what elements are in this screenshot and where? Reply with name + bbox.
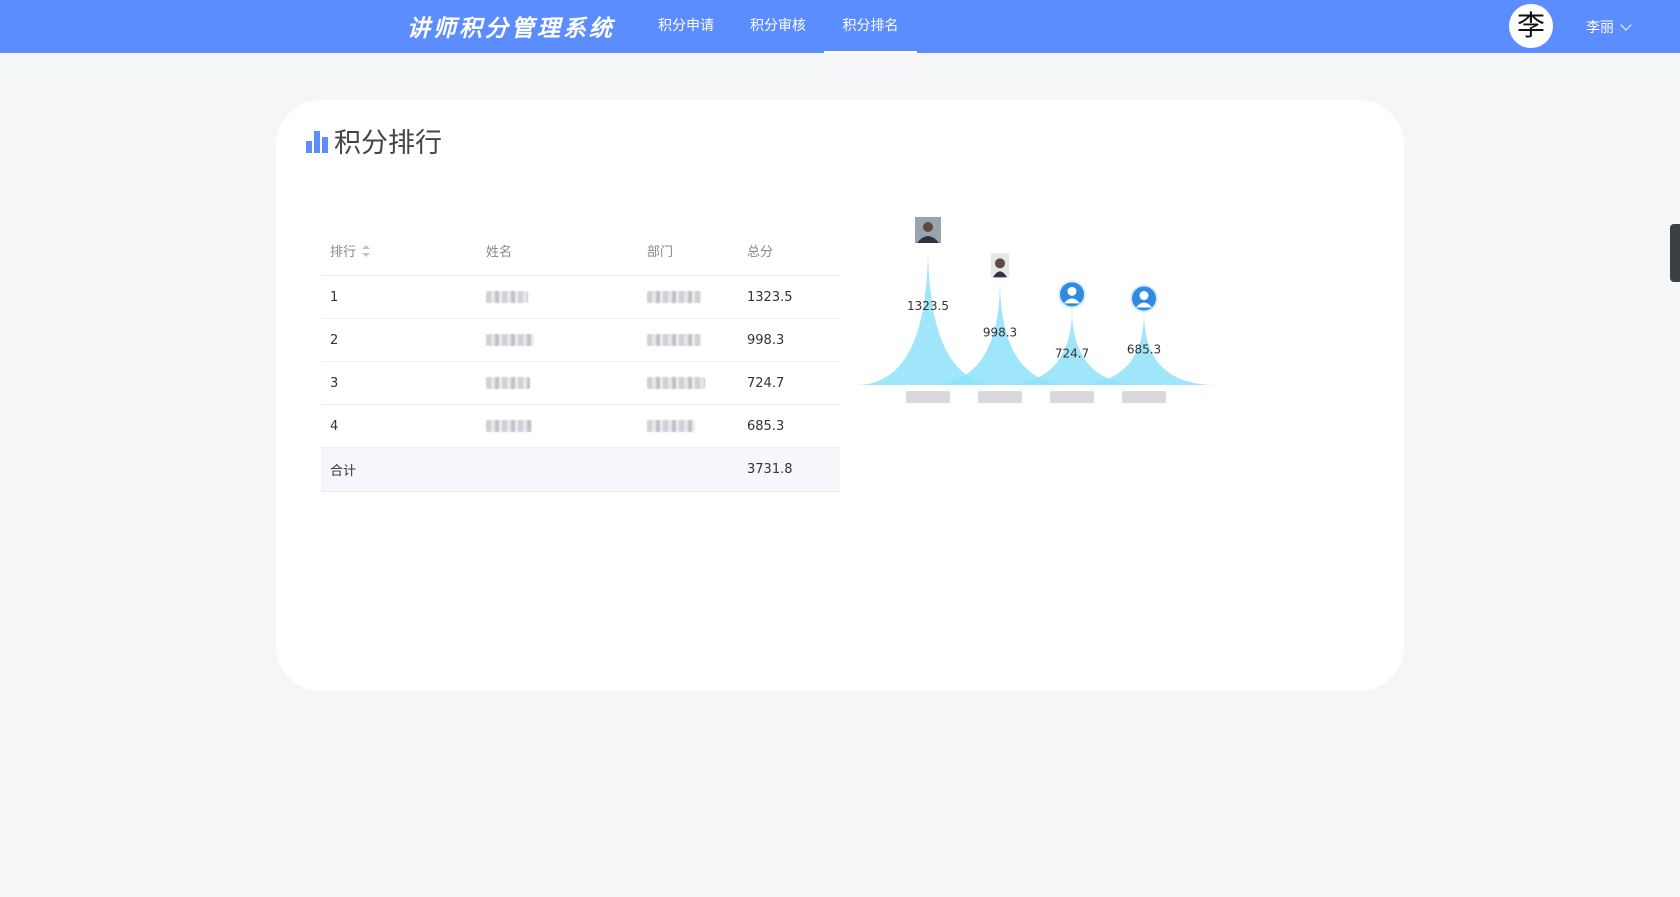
bar-chart-icon [306,131,330,153]
total-score: 3731.8 [747,462,793,477]
table-total-row: 合计 3731.8 [321,448,840,492]
rank-cell: 1 [330,289,339,305]
table-row[interactable]: 4 685.3 [321,405,840,448]
nav-points-apply[interactable]: 积分申请 [652,0,720,53]
dept-cell [647,319,701,361]
redacted-dept [647,334,701,346]
dept-cell [647,276,701,318]
user-name: 李丽 [1586,20,1614,36]
ranking-card: 积分排行 排行 姓名 部门 总分 1 1323.5 2 998.3 3 724.… [276,100,1404,691]
side-scroll-handle[interactable] [1670,224,1680,282]
chart-data-label: 1323.5 [907,299,949,313]
top-nav-bar: 讲师积分管理系统 积分申请 积分审核 积分排名 李 李丽 [0,0,1680,53]
column-header-dept: 部门 [647,245,674,260]
nav-points-ranking[interactable]: 积分排名 [824,0,917,53]
redacted-axis-label [906,391,950,403]
column-header-label: 排行 [330,245,357,260]
page-title: 积分排行 [306,126,442,162]
redacted-dept [647,291,701,303]
chart-data-label: 685.3 [1127,343,1161,357]
redacted-dept [647,377,705,389]
user-icon-head [1067,286,1077,296]
app-brand: 讲师积分管理系统 [407,15,615,42]
table-row[interactable]: 1 1323.5 [321,276,840,319]
total-label: 合计 [330,464,357,479]
photo-head [923,222,933,232]
column-header-score: 总分 [747,245,774,260]
avatar[interactable]: 李 [1509,4,1553,48]
table-row[interactable]: 2 998.3 [321,319,840,362]
photo-head [995,258,1005,269]
user-icon-head [1139,291,1149,301]
column-header-name: 姓名 [486,245,513,260]
score-cell: 998.3 [747,332,785,348]
table-row[interactable]: 3 724.7 [321,362,840,405]
chart-avatar-photo [915,217,941,243]
chart-avatar-photo [991,253,1009,278]
redacted-name [486,334,534,346]
ranking-chart: 1323.5 998.3 724.7 685.3 [856,217,1216,403]
name-cell [486,276,528,318]
user-icon [1058,280,1086,309]
ranking-table: 排行 姓名 部门 总分 1 1323.5 2 998.3 3 724.7 4 6… [321,226,840,492]
sort-icon[interactable] [362,244,371,257]
chart-data-label: 998.3 [983,325,1017,339]
nav-points-review[interactable]: 积分审核 [744,0,812,53]
name-cell [486,362,530,404]
page-title-text: 积分排行 [334,128,442,159]
score-cell: 724.7 [747,375,785,391]
name-cell [486,405,532,447]
name-cell [486,319,534,361]
dept-cell [647,405,695,447]
rank-cell: 2 [330,332,339,348]
redacted-axis-label [978,391,1022,403]
redacted-name [486,291,528,303]
redacted-dept [647,420,695,432]
user-icon [1130,284,1158,313]
redacted-axis-label [1050,391,1094,403]
redacted-axis-label [1122,391,1166,403]
redacted-name [486,420,532,432]
redacted-name [486,377,530,389]
score-cell: 685.3 [747,418,785,434]
table-header: 排行 姓名 部门 总分 [321,226,840,276]
dept-cell [647,362,705,404]
chart-data-label: 724.7 [1055,346,1089,360]
score-cell: 1323.5 [747,289,793,305]
rank-cell: 4 [330,418,339,434]
rank-cell: 3 [330,375,339,391]
chevron-down-icon [1620,19,1632,31]
user-menu[interactable]: 李丽 [1586,0,1632,53]
column-header-rank[interactable]: 排行 [330,226,371,275]
